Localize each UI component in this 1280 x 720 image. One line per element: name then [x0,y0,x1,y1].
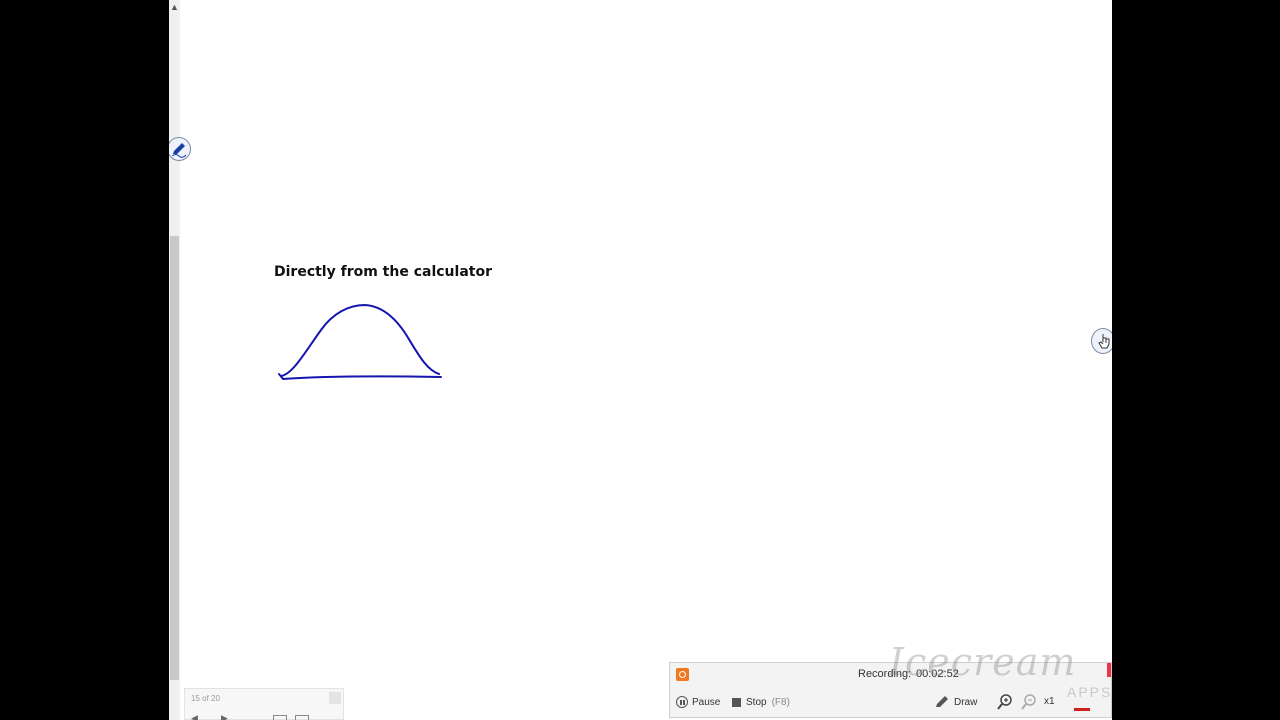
presentation-window: ▲ Directly from the calculator 15 of 20 … [169,0,1112,720]
hand-cursor-icon [1098,334,1110,349]
stop-shortcut: (F8) [771,696,790,708]
draw-label: Draw [954,696,978,708]
pointer-tool-button[interactable] [1091,328,1112,354]
draw-button[interactable]: Draw [934,694,977,710]
watermark-brand: Icecream [889,640,1077,684]
scroll-up-arrow[interactable]: ▲ [169,0,180,14]
pause-label: Pause [692,696,721,708]
draw-color-swatch[interactable] [1074,708,1090,711]
previous-slide-button[interactable]: ◀ [191,713,198,720]
stop-icon [732,697,741,707]
navigator-close-button[interactable] [329,692,341,704]
page-counter: 15 of 20 [191,694,220,703]
watermark-sub: APPS [1067,684,1112,700]
recorder-logo-icon [676,668,689,681]
pencil-icon [936,696,948,707]
slide-title: Directly from the calculator [274,264,492,280]
zoom-in-icon[interactable] [996,693,1014,711]
pen-tool-button[interactable] [169,137,191,161]
stop-label: Stop [746,696,767,708]
zoom-out-icon[interactable] [1020,693,1038,711]
slide-sorter-button[interactable] [273,715,287,720]
recorder-close-button[interactable] [1107,663,1111,677]
hand-drawn-bell-curve [278,303,442,381]
next-slide-button[interactable]: ▶ [221,713,228,720]
fullscreen-button[interactable] [295,715,309,720]
pause-button[interactable]: Pause [676,694,720,710]
vertical-scrollbar[interactable]: ▲ [169,0,180,720]
scrollbar-thumb[interactable] [170,236,179,680]
slide-navigator: 15 of 20 ◀ ▶ [184,688,344,720]
stop-button[interactable]: Stop (F8) [732,694,790,710]
pause-icon [676,696,688,708]
pen-icon [171,143,187,158]
zoom-level: x1 [1044,696,1055,707]
